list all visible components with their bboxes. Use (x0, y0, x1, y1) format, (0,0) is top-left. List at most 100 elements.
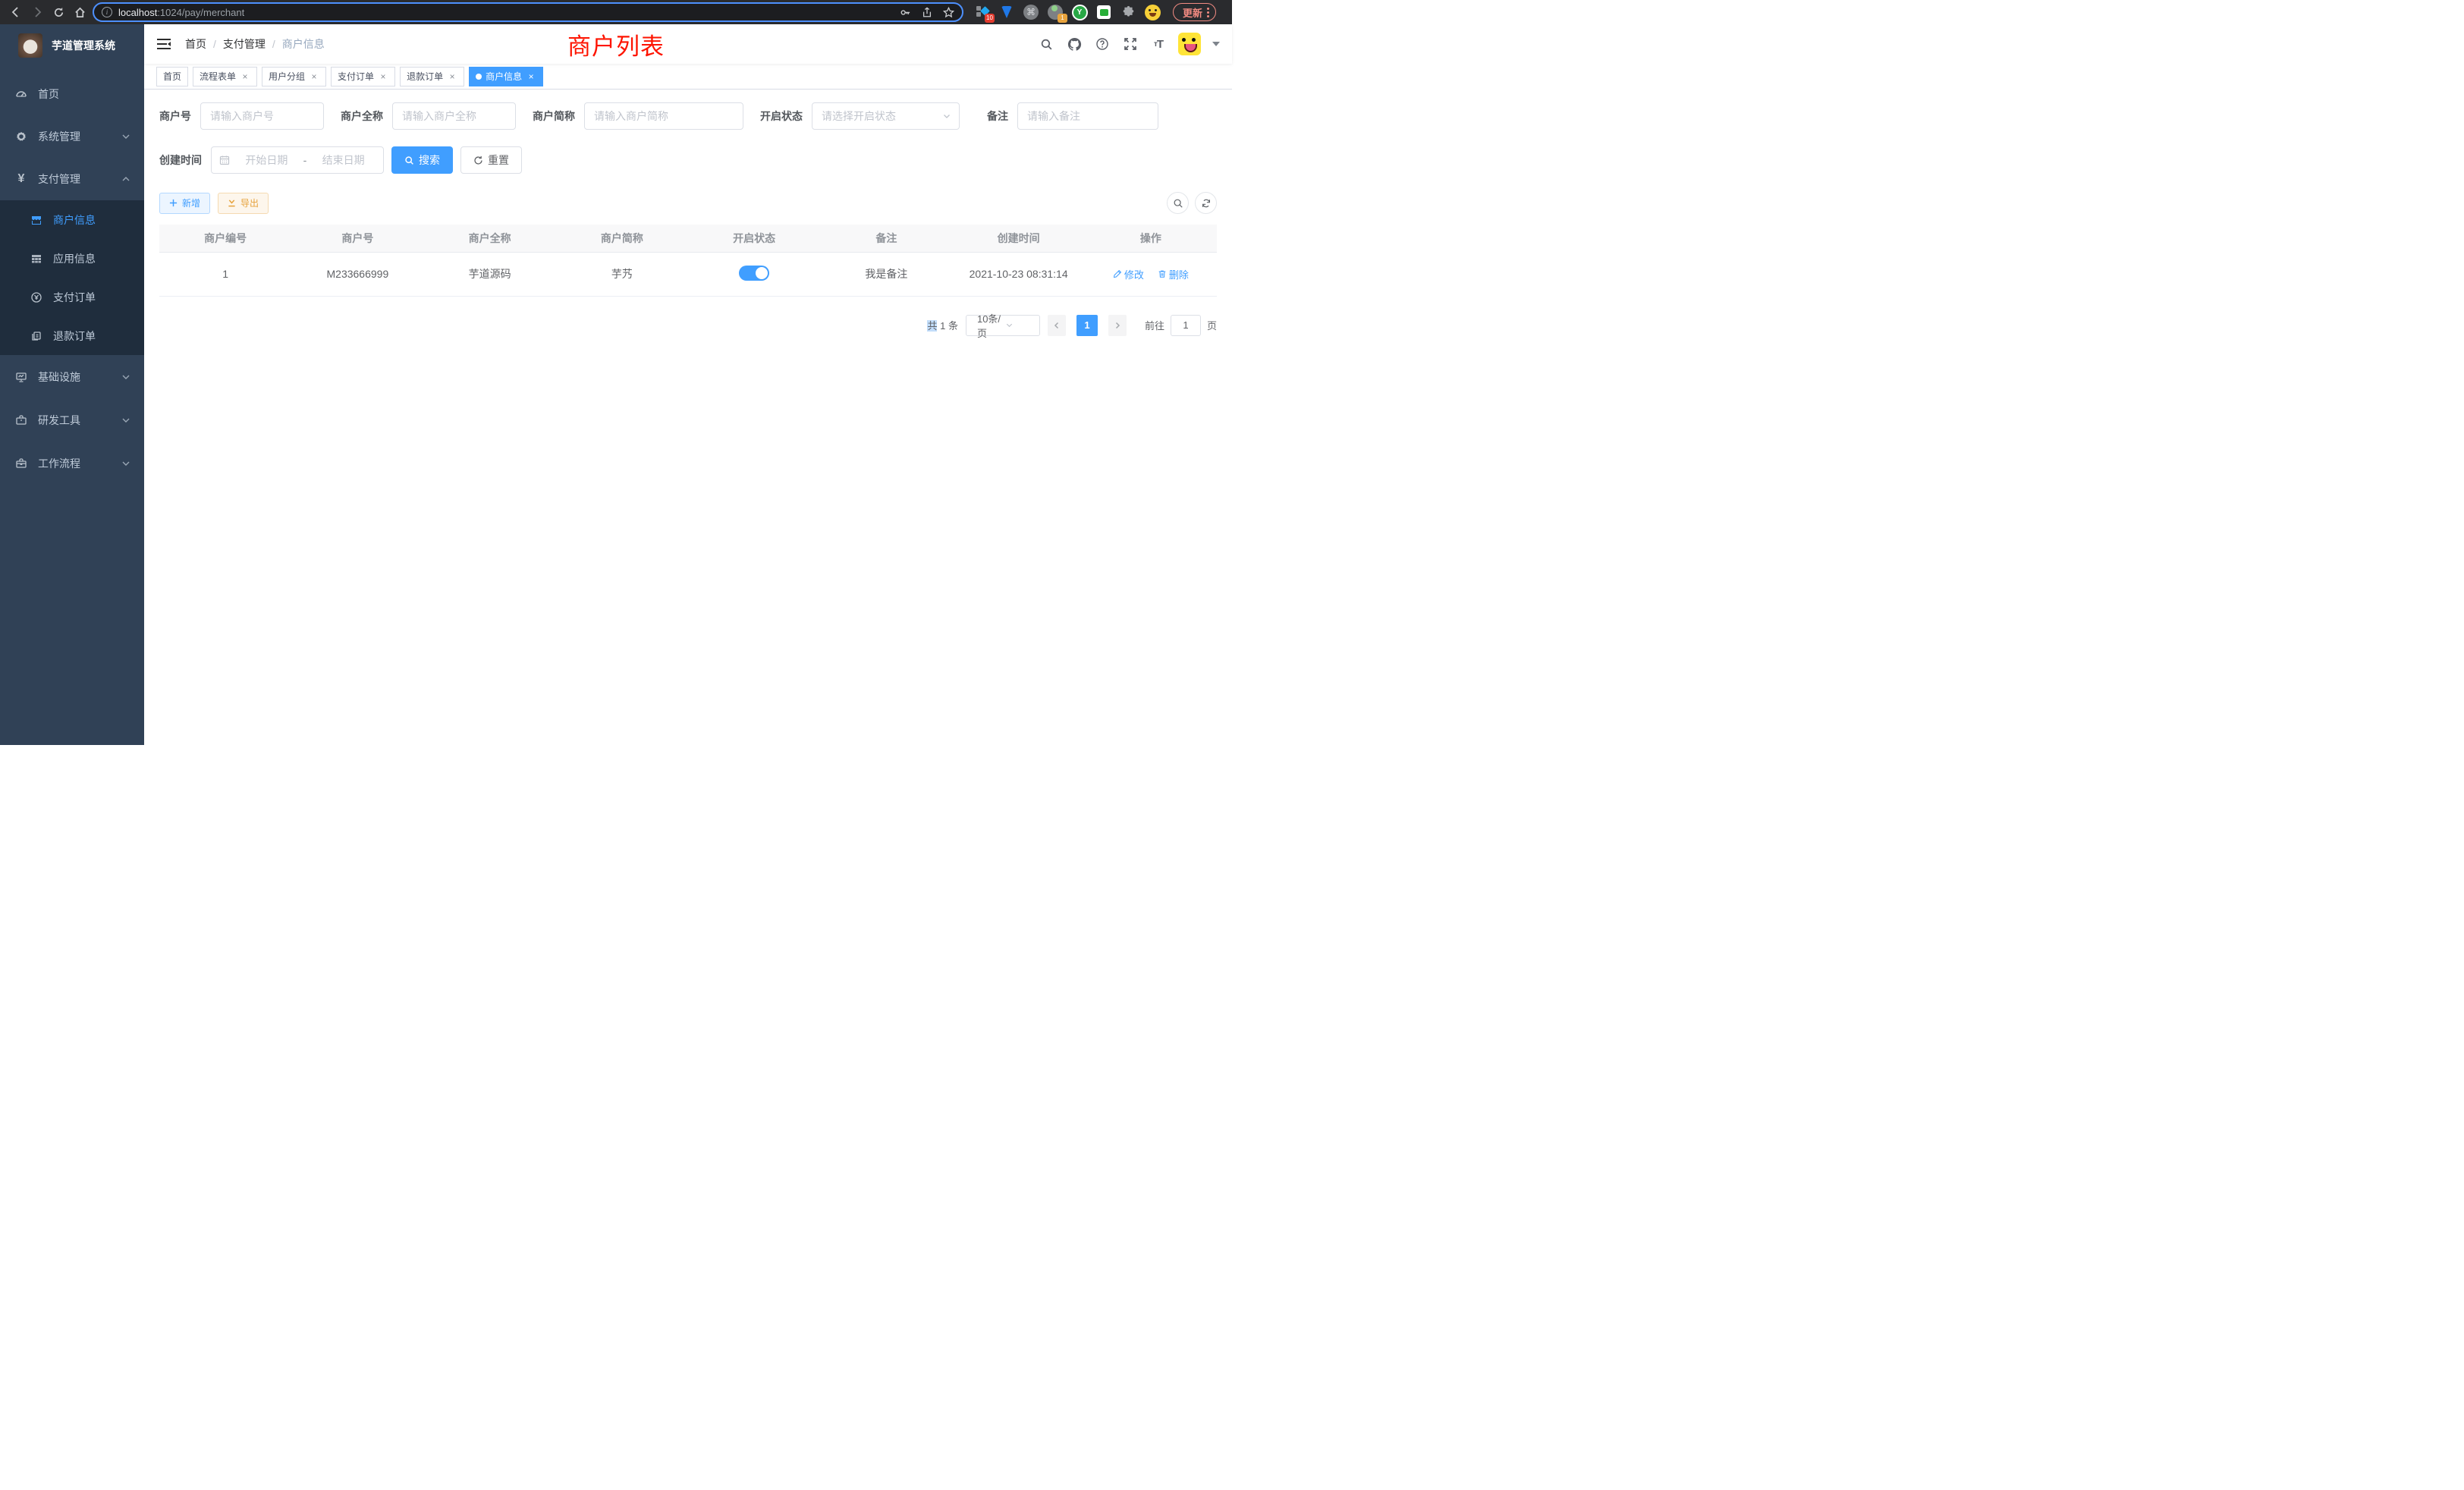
extension-grid-icon[interactable]: 10 (974, 4, 991, 20)
user-menu-caret-icon[interactable] (1212, 42, 1220, 46)
navbar: 首页 / 支付管理 / 商户信息 тT (144, 24, 1232, 64)
cell-merchant-id: 1 (159, 252, 291, 296)
chrome-update-button[interactable]: 更新 (1173, 3, 1216, 21)
page: i localhost:1024/pay/merchant 10 1 Y 更新 (0, 0, 1232, 745)
chevron-down-icon (121, 132, 130, 141)
full-name-input[interactable] (392, 102, 516, 130)
delete-button[interactable]: 删除 (1158, 267, 1189, 281)
briefcase-icon (15, 457, 27, 470)
tag-user-group[interactable]: 用户分组 (262, 67, 326, 86)
remark-input[interactable] (1017, 102, 1158, 130)
sidebar-item-pay-order[interactable]: 支付订单 (0, 278, 144, 316)
sidebar-item-home[interactable]: 首页 (0, 73, 144, 115)
extensions-puzzle-icon[interactable] (1120, 4, 1136, 20)
close-icon[interactable] (526, 71, 536, 82)
merchant-no-input[interactable] (200, 102, 324, 130)
extension-gem-icon[interactable] (998, 4, 1015, 20)
gear-icon (15, 130, 27, 143)
sidebar-item-refund-order[interactable]: 退款订单 (0, 316, 144, 355)
page-number-1[interactable]: 1 (1076, 315, 1098, 336)
search-button[interactable]: 搜索 (391, 146, 453, 174)
site-info-icon[interactable]: i (102, 7, 112, 17)
jump-page-input[interactable] (1171, 315, 1201, 336)
start-date-placeholder: 开始日期 (234, 152, 299, 168)
close-icon[interactable] (378, 71, 388, 82)
end-date-placeholder: 结束日期 (311, 152, 376, 168)
extension-y-icon[interactable]: Y (1071, 4, 1088, 20)
close-icon[interactable] (309, 71, 319, 82)
sidebar-item-app-info[interactable]: 应用信息 (0, 239, 144, 278)
sidebar-item-workflow[interactable]: 工作流程 (0, 442, 144, 485)
reset-button[interactable]: 重置 (460, 146, 522, 174)
sidebar-item-devtools[interactable]: 研发工具 (0, 398, 144, 442)
toggle-search-button[interactable] (1167, 192, 1189, 214)
password-key-icon[interactable] (900, 7, 911, 18)
chevron-down-icon (942, 112, 951, 121)
help-icon[interactable] (1094, 36, 1111, 52)
home-icon[interactable] (71, 4, 88, 20)
tag-merchant-info[interactable]: 商户信息 (469, 67, 543, 86)
back-icon[interactable] (8, 4, 24, 20)
extension-badge: 10 (985, 14, 995, 23)
user-avatar[interactable] (1178, 33, 1201, 55)
github-icon[interactable] (1066, 36, 1083, 52)
sidebar-logo-row[interactable]: 芋道管理系统 (0, 24, 144, 67)
share-icon[interactable] (922, 7, 932, 18)
tag-pay-order[interactable]: 支付订单 (331, 67, 395, 86)
table-header-row: 商户编号 商户号 商户全称 商户简称 开启状态 备注 创建时间 操作 (159, 225, 1217, 252)
pagination-total: 共 1 条 (927, 318, 958, 332)
sidebar-item-pay[interactable]: ¥ 支付管理 (0, 158, 144, 200)
tag-refund-order[interactable]: 退款订单 (400, 67, 464, 86)
short-name-input[interactable] (584, 102, 743, 130)
status-toggle[interactable] (739, 266, 769, 281)
page-size-select[interactable]: 10条/页 (966, 315, 1040, 336)
refresh-icon (473, 156, 483, 165)
calendar-icon (219, 155, 230, 165)
sidebar-item-infra[interactable]: 基础设施 (0, 355, 144, 398)
profile-avatar-icon[interactable] (1144, 4, 1161, 20)
col-merchant-no: 商户号 (291, 225, 423, 252)
filter-label-full-name: 商户全称 (341, 108, 383, 124)
filter-label-status: 开启状态 (760, 108, 803, 124)
add-button[interactable]: 新增 (159, 193, 210, 214)
sidebar-item-system[interactable]: 系统管理 (0, 115, 144, 158)
extension-chat-icon[interactable] (1095, 4, 1112, 20)
browser-menu-icon[interactable] (1207, 8, 1209, 17)
bookmark-star-icon[interactable] (943, 7, 954, 18)
reload-icon[interactable] (50, 4, 67, 20)
tag-home[interactable]: 首页 (156, 67, 188, 86)
font-size-icon[interactable]: тT (1150, 36, 1167, 52)
fullscreen-icon[interactable] (1122, 36, 1139, 52)
edit-button[interactable]: 修改 (1113, 267, 1144, 281)
next-page-button[interactable] (1108, 315, 1127, 336)
chevron-down-icon (1005, 321, 1033, 329)
breadcrumb: 首页 / 支付管理 / 商户信息 (185, 36, 325, 52)
forward-icon[interactable] (29, 4, 46, 20)
dashboard-icon (15, 88, 27, 100)
create-time-range-picker[interactable]: 开始日期 - 结束日期 (211, 146, 384, 174)
prev-page-button[interactable] (1048, 315, 1066, 336)
header-search-icon[interactable] (1038, 36, 1054, 52)
breadcrumb-home[interactable]: 首页 (185, 36, 206, 52)
export-button[interactable]: 导出 (218, 193, 269, 214)
status-select[interactable]: 请选择开启状态 (812, 102, 960, 130)
close-icon[interactable] (447, 71, 457, 82)
url-host: localhost (118, 7, 157, 18)
edit-pencil-icon (1113, 269, 1122, 278)
chevron-down-icon (121, 416, 130, 425)
extensions-area: 10 1 Y (974, 4, 1161, 20)
col-short-name: 商户简称 (556, 225, 688, 252)
url-text[interactable]: localhost:1024/pay/merchant (118, 7, 244, 18)
sidebar-collapse-icon[interactable] (156, 37, 171, 51)
refresh-table-button[interactable] (1195, 192, 1217, 214)
extension-proxy-icon[interactable]: 1 (1047, 4, 1064, 20)
tag-process-form[interactable]: 流程表单 (193, 67, 257, 86)
extension-command-icon[interactable] (1023, 4, 1039, 20)
cell-short-name: 芋艿 (556, 252, 688, 296)
col-create-time: 创建时间 (953, 225, 1085, 252)
close-icon[interactable] (240, 71, 250, 82)
address-bar[interactable]: i localhost:1024/pay/merchant (93, 2, 963, 22)
sidebar-item-merchant-info[interactable]: 商户信息 (0, 200, 144, 239)
breadcrumb-pay[interactable]: 支付管理 (223, 36, 266, 52)
search-icon (404, 156, 414, 165)
